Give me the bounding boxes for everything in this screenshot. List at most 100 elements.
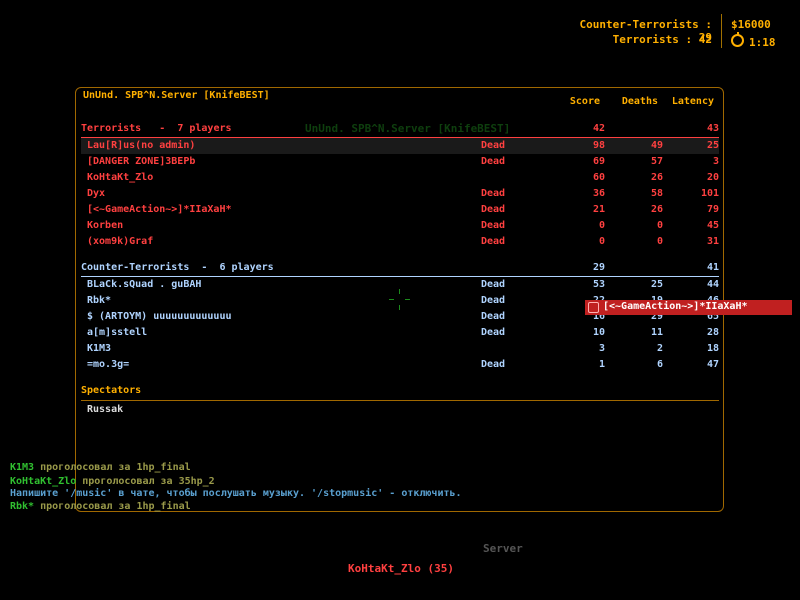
player-score: 10: [592, 327, 605, 338]
player-name: Rbk*: [87, 295, 112, 306]
player-name: Dyx: [87, 188, 106, 199]
player-deaths: 0: [656, 220, 663, 231]
player-row: Korben Dead 0 0 45: [81, 218, 719, 234]
chat-author: K1M3: [10, 462, 35, 473]
server-name: UnUnd. SPB^N.Server [KnifeBEST]: [83, 90, 270, 101]
player-score: 98: [592, 140, 605, 151]
player-deaths: 49: [650, 140, 663, 151]
player-status: Dead: [481, 236, 506, 247]
player-deaths: 25: [650, 279, 663, 290]
team-name: Terrorists - 7 players: [81, 123, 232, 134]
player-status: Dead: [481, 220, 506, 231]
player-deaths: 11: [650, 327, 663, 338]
player-score: 69: [592, 156, 605, 167]
player-status: Dead: [481, 156, 506, 167]
column-header-score: Score: [569, 96, 600, 107]
player-row: =mo.3g= Dead 1 6 47: [81, 357, 719, 373]
spectators-divider: [81, 400, 719, 401]
team-score: 29: [592, 262, 605, 273]
player-row: [DANGER ZONE]3BEPb Dead 69 57 3: [81, 154, 719, 170]
player-status: Dead: [481, 279, 506, 290]
team-score: 42: [592, 123, 605, 134]
player-score: 21: [592, 204, 605, 215]
player-name: KoHtaKt_Zlo: [87, 172, 154, 183]
player-deaths: 57: [650, 156, 663, 167]
player-score: 60: [592, 172, 605, 183]
chat-line: Rbk* проголосовал за 1hp_final: [10, 501, 191, 512]
player-row: Lau[R]us(no admin) Dead 98 49 25: [81, 138, 719, 154]
spectate-target: KoHtaKt_Zlo (35): [348, 562, 454, 575]
player-score: 0: [598, 236, 605, 247]
player-latency: 3: [712, 156, 719, 167]
player-score: 3: [598, 343, 605, 354]
player-deaths: 0: [656, 236, 663, 247]
chat-message: проголосовал за 35hp_2: [76, 476, 215, 487]
player-latency: 18: [706, 343, 719, 354]
player-latency: 44: [706, 279, 719, 290]
player-name: K1M3: [87, 343, 112, 354]
chat-author: KoHtaKt_Zlo: [10, 476, 77, 487]
player-row: KoHtaKt_Zlo 60 26 20: [81, 170, 719, 186]
player-score: 1: [598, 359, 605, 370]
team-name: Counter-Terrorists - 6 players: [81, 262, 274, 273]
player-deaths: 26: [650, 204, 663, 215]
team-latency: 43: [706, 123, 719, 134]
player-deaths: 6: [656, 359, 663, 370]
column-header-deaths: Deaths: [621, 96, 658, 107]
player-name: (xom9k)Graf: [87, 236, 154, 247]
player-status: Dead: [481, 188, 506, 199]
voice-speaker-name: [<~GameAction~>]*IIaXaH*: [603, 301, 748, 312]
player-name: a[m]sstell: [87, 327, 148, 338]
chat-line: Напишите '/music' в чате, чтобы послушат…: [10, 488, 462, 499]
player-name: =mo.3g=: [87, 359, 130, 370]
player-latency: 25: [706, 140, 719, 151]
player-status: Dead: [481, 204, 506, 215]
player-row: BLaCk.sQuad . guBAH Dead 53 25 44: [81, 277, 719, 293]
ct-team-header: Counter-Terrorists - 6 players 29 41: [81, 260, 719, 277]
chat-message: проголосовал за 1hp_final: [34, 501, 191, 512]
player-row: K1M3 3 2 18: [81, 341, 719, 357]
player-latency: 20: [706, 172, 719, 183]
column-header-latency: Latency: [671, 96, 714, 107]
player-name: $ (ARTOYM) uuuuuuuuuuuuu: [87, 311, 232, 322]
spectators-label: Spectators: [81, 385, 142, 396]
player-status: Dead: [481, 140, 506, 151]
player-name: [<~GameAction~>]*IIaXaH*: [87, 204, 232, 215]
player-latency: 47: [706, 359, 719, 370]
chat-message: проголосовал за 1hp_final: [34, 462, 191, 473]
chat-server-message: Напишите '/music' в чате, чтобы послушат…: [10, 488, 462, 499]
team-latency: 41: [706, 262, 719, 273]
player-row: [<~GameAction~>]*IIaXaH* Dead 21 26 79: [81, 202, 719, 218]
speaker-icon: [588, 302, 599, 313]
player-deaths: 58: [650, 188, 663, 199]
player-latency: 28: [706, 327, 719, 338]
player-status: Dead: [481, 295, 506, 306]
player-row: Dyx Dead 36 58 101: [81, 186, 719, 202]
hud-divider: [721, 14, 722, 48]
round-timer: 1:18: [731, 32, 776, 49]
player-name: Korben: [87, 220, 124, 231]
player-latency: 45: [706, 220, 719, 231]
money-display: $16000: [731, 18, 771, 31]
player-status: Dead: [481, 327, 506, 338]
player-score: 0: [598, 220, 605, 231]
player-score: 36: [592, 188, 605, 199]
player-deaths: 2: [656, 343, 663, 354]
player-name: BLaCk.sQuad . guBAH: [87, 279, 202, 290]
chat-line: K1M3 проголосовал за 1hp_final: [10, 462, 191, 473]
spectate-mode-label: Server: [483, 542, 523, 555]
stopwatch-icon: [731, 32, 744, 47]
player-latency: 31: [706, 236, 719, 247]
player-row: (xom9k)Graf Dead 0 0 31: [81, 234, 719, 250]
player-latency: 79: [706, 204, 719, 215]
player-deaths: 26: [650, 172, 663, 183]
round-timer-value: 1:18: [749, 36, 776, 49]
player-status: Dead: [481, 311, 506, 322]
player-status: Dead: [481, 359, 506, 370]
player-row: a[m]sstell Dead 10 11 28: [81, 325, 719, 341]
t-team-score: Terrorists : 42: [612, 33, 712, 46]
chat-author: Rbk*: [10, 501, 35, 512]
chat-line: KoHtaKt_Zlo проголосовал за 35hp_2: [10, 476, 215, 487]
player-name: [DANGER ZONE]3BEPb: [87, 156, 196, 167]
spectators-header: Spectators: [81, 384, 719, 401]
